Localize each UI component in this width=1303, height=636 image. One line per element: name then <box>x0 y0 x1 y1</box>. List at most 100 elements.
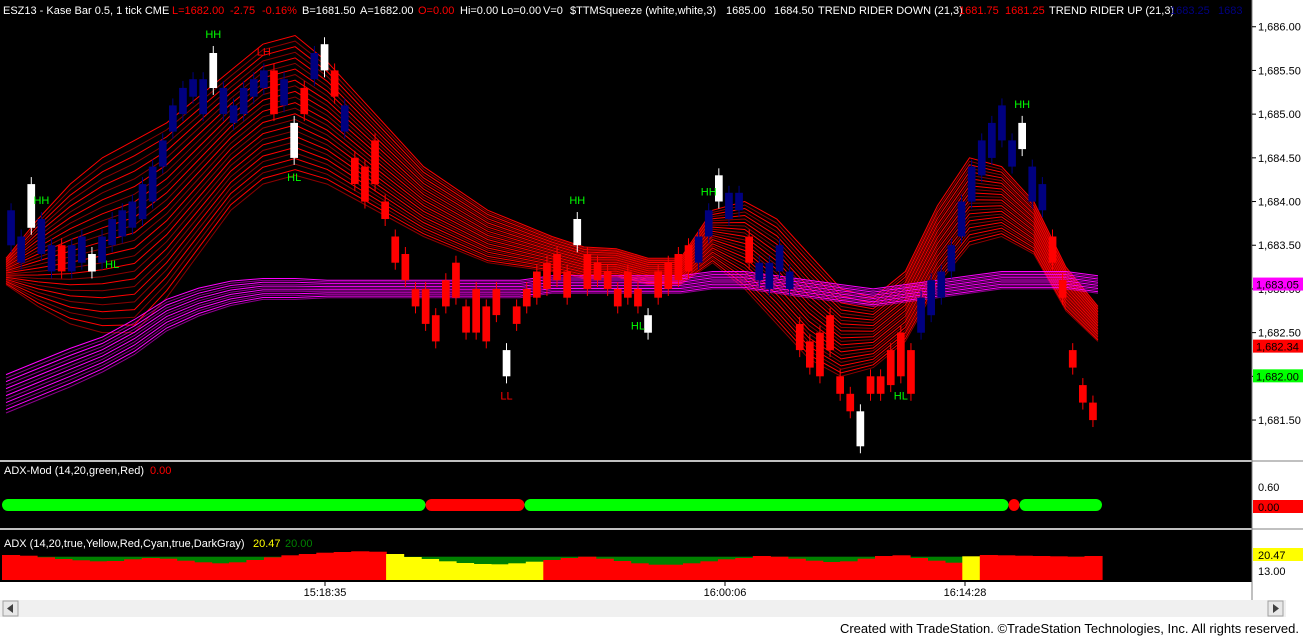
adx-bar <box>1032 556 1051 580</box>
time-axis-bg <box>0 582 1303 600</box>
adx-bar <box>613 561 632 580</box>
price-bar <box>775 245 784 272</box>
header-open: O=0.00 <box>418 5 454 17</box>
adx-mod-tick: 0.60 <box>1258 482 1279 494</box>
price-bar <box>189 79 197 97</box>
price-bar <box>239 87 248 115</box>
adx-bar <box>263 557 282 580</box>
adx-bar <box>787 558 806 580</box>
price-bar <box>88 254 96 272</box>
header-symbol: ESZ13 - Kase Bar 0.5, 1 tick CME <box>3 5 169 17</box>
adx-bar <box>578 556 597 580</box>
price-bar <box>1018 122 1026 150</box>
adx-bar <box>822 562 841 580</box>
adx-bar <box>560 558 579 580</box>
scrollbar-track[interactable] <box>0 600 1286 617</box>
price-bar <box>7 210 15 246</box>
price-bar <box>1038 184 1047 211</box>
price-bar <box>795 323 804 351</box>
swing-label: HL <box>631 320 645 332</box>
adx-bar <box>106 561 125 580</box>
adx-bar <box>595 558 614 580</box>
adx-bar <box>211 563 230 580</box>
horizontal-scrollbar[interactable] <box>0 600 1286 617</box>
price-bar <box>583 254 592 289</box>
price-bar <box>361 166 369 202</box>
price-bar <box>502 350 511 377</box>
price-bar <box>209 53 218 88</box>
adx-bar <box>298 554 317 580</box>
price-bar <box>624 271 632 298</box>
adx-bar <box>717 559 736 580</box>
price-bar <box>947 245 956 272</box>
price-bar <box>260 70 268 88</box>
swing-label: HL <box>894 390 908 402</box>
adx-bar <box>735 558 754 580</box>
price-bar <box>856 411 865 447</box>
adx-bar <box>508 563 527 580</box>
price-bar <box>704 210 713 237</box>
price-bar <box>57 245 66 272</box>
adx-bar <box>543 560 562 580</box>
price-bar <box>927 280 935 316</box>
swing-label: HH <box>33 195 49 207</box>
price-bar <box>280 79 288 106</box>
adx-value1: 20.47 <box>253 538 281 550</box>
price-flag-label: 1,683.05 <box>1256 280 1299 292</box>
price-bar <box>421 288 430 324</box>
adx-bar <box>927 560 946 580</box>
header-sq2: 1684.50 <box>774 5 814 17</box>
y-tick-label: 1,682.50 <box>1258 328 1301 340</box>
adx-bar <box>36 557 55 580</box>
adx-bar <box>875 556 894 580</box>
adx-bar <box>19 555 38 580</box>
price-flag-label: 1,682.34 <box>1256 342 1299 354</box>
swing-label: LH <box>257 46 271 58</box>
swing-label: HH <box>569 195 585 207</box>
y-tick-label: 1,684.50 <box>1258 153 1301 165</box>
adx-bar <box>630 563 649 580</box>
price-bar <box>543 262 551 289</box>
price-bar <box>725 192 733 219</box>
price-bar <box>533 271 541 298</box>
adx-bar <box>752 556 771 580</box>
price-bar <box>67 245 76 272</box>
price-bar <box>765 262 774 289</box>
adx-bar <box>997 555 1016 580</box>
price-bar <box>47 245 56 272</box>
adx-bar <box>368 551 387 580</box>
price-bar <box>664 262 673 289</box>
header-hi: Hi=0.00 <box>460 5 498 17</box>
adx-bar <box>1084 556 1103 580</box>
swing-label: HH <box>205 29 221 41</box>
header-lo: Lo=0.00 <box>501 5 541 17</box>
price-bar <box>37 219 46 254</box>
price-bar <box>694 236 703 263</box>
header-trend-up: TREND RIDER UP (21,3) <box>1049 5 1174 17</box>
price-bar <box>937 271 946 298</box>
x-tick-label: 15:18:35 <box>304 587 347 599</box>
header-last: L=1682.00 <box>172 5 224 17</box>
price-bar <box>310 53 319 80</box>
adx-mod-segment <box>425 499 525 511</box>
adx-bar <box>979 555 998 580</box>
y-tick-label: 1,685.50 <box>1258 65 1301 77</box>
price-bar <box>128 201 137 228</box>
price-bar <box>462 306 470 333</box>
header-squeeze: $TTMSqueeze (white,white,3) <box>570 5 716 17</box>
adx-bar <box>438 561 457 580</box>
adx-mod-value: 0.00 <box>150 465 171 477</box>
price-bar <box>816 332 824 377</box>
price-bar <box>876 376 885 394</box>
adx-mod-pane-bg <box>0 462 1252 528</box>
adx-bar <box>840 561 859 580</box>
price-bar <box>78 236 86 263</box>
price-bar <box>179 87 187 115</box>
price-bar <box>452 262 460 298</box>
adx-bar <box>194 562 213 580</box>
adx-mod-ribbon <box>2 499 1102 511</box>
adx-bar <box>333 552 352 580</box>
price-bar <box>634 288 642 307</box>
adx-bar <box>141 558 160 580</box>
price-bar <box>17 236 25 263</box>
